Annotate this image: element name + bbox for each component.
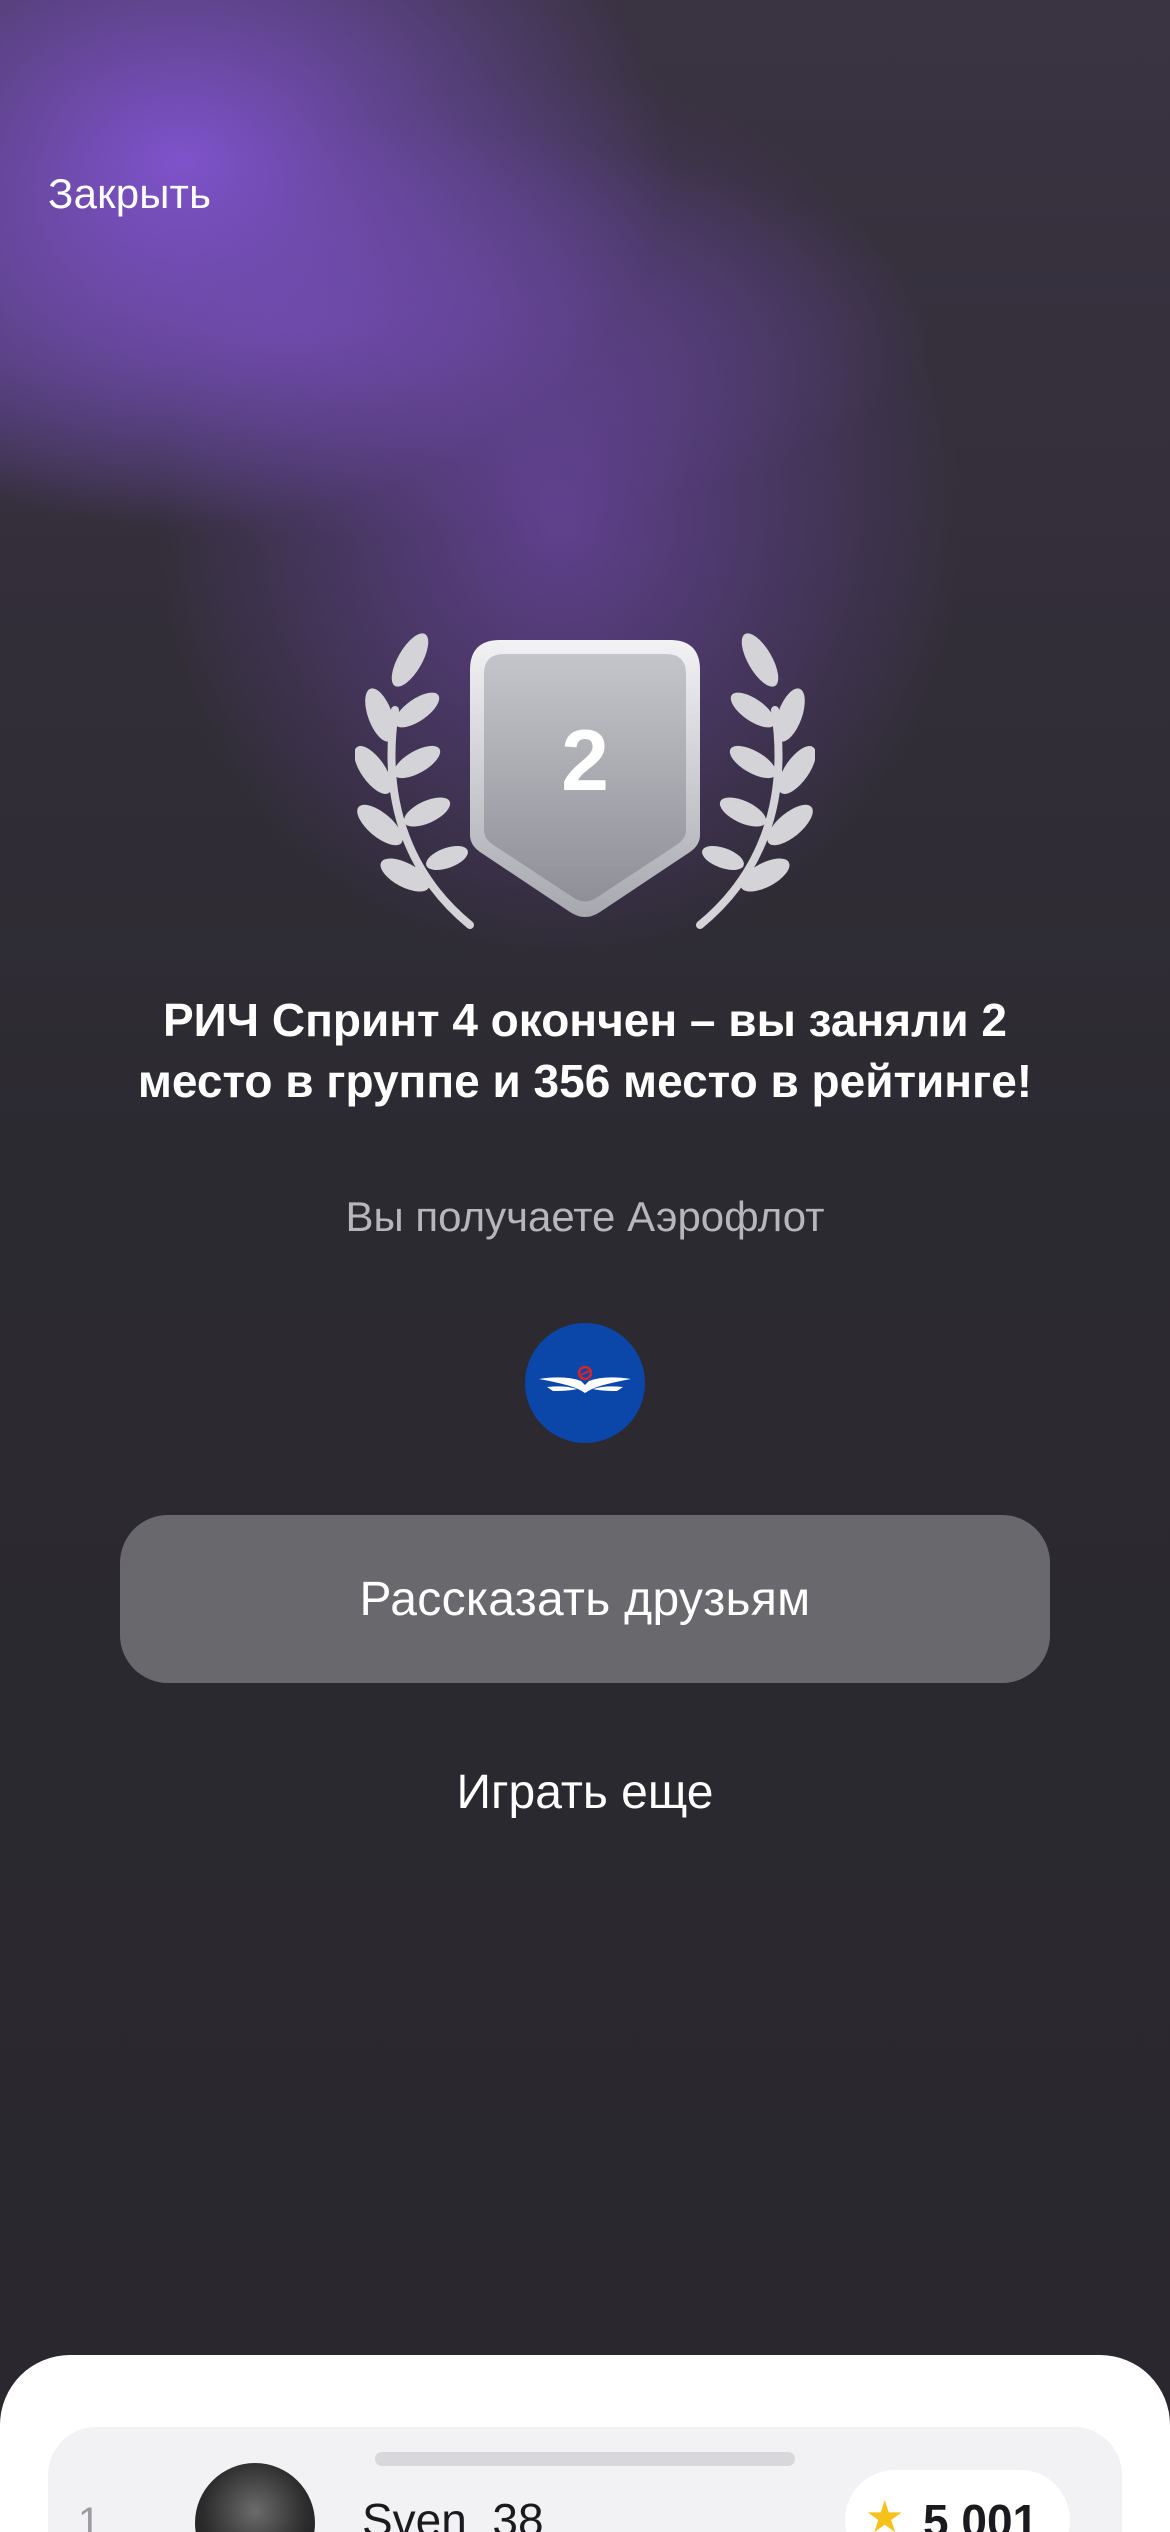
close-button[interactable]: Закрыть — [48, 170, 211, 218]
reward-text: Вы получаете Аэрофлот — [345, 1193, 825, 1240]
laurel-left-icon — [355, 633, 474, 929]
score-badge: ★ 5 001 — [845, 2470, 1070, 2532]
rank-badge: 2 — [355, 630, 815, 930]
star-icon: ★ — [865, 2493, 905, 2532]
result-headline: РИЧ Спринт 4 окончен – вы заняли 2 место… — [137, 994, 1033, 1107]
progress-bar — [375, 2452, 795, 2466]
sprint-result-screen: Закрыть 2 РИЧ Спринт 4 окончен – вы заня… — [0, 0, 1170, 2532]
leaderboard-rank: 1 — [78, 2500, 101, 2532]
place-number: 2 — [561, 713, 609, 809]
share-with-friends-button[interactable]: Рассказать друзьям — [120, 1515, 1050, 1683]
play-again-button[interactable]: Играть еще — [300, 1765, 870, 1820]
score-value: 5 001 — [923, 2495, 1039, 2532]
laurel-right-icon — [696, 633, 815, 929]
aeroflot-logo-icon — [525, 1323, 645, 1443]
leaderboard-sheet[interactable]: 1 Sven_38 ★ 5 001 — [0, 2355, 1170, 2532]
leaderboard-name: Sven_38 — [362, 2494, 544, 2532]
